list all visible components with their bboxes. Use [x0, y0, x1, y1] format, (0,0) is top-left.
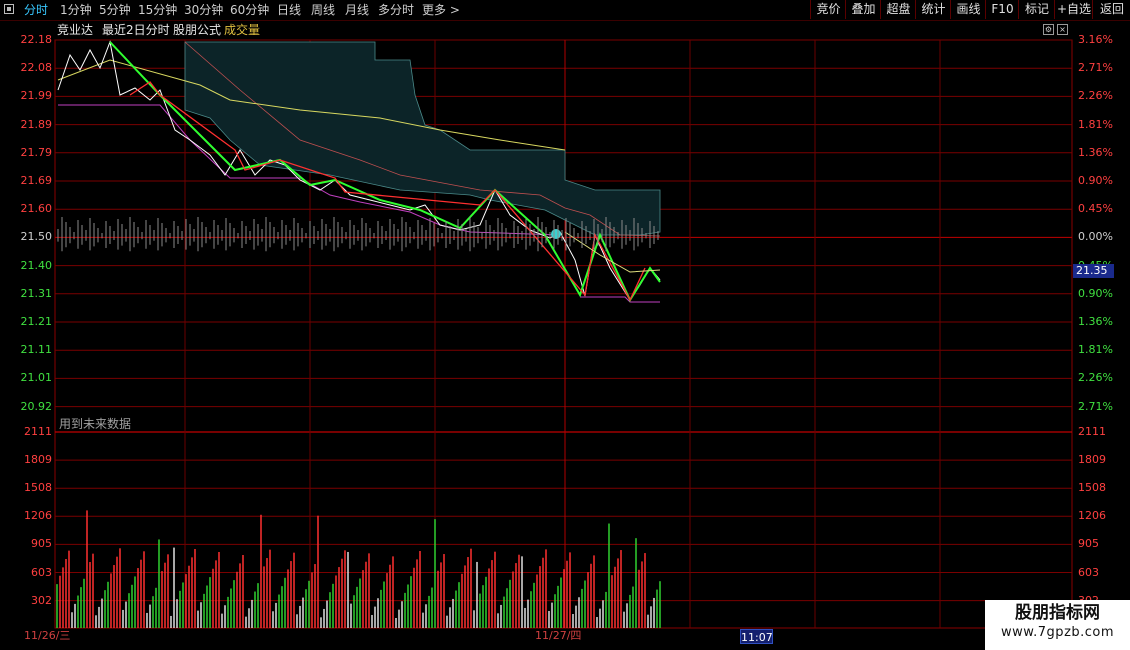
- chart-mode: 最近2日分时: [102, 23, 170, 37]
- price-label: 21.11: [20, 343, 53, 357]
- volume-label: 603: [1078, 565, 1099, 579]
- percent-label: 2.26%: [1078, 89, 1113, 103]
- price-label: 21.50: [20, 230, 53, 244]
- volume-label: 603: [31, 565, 52, 579]
- price-label: 21.31: [20, 286, 53, 300]
- price-label: 22.08: [20, 61, 53, 75]
- price-label: 20.92: [20, 399, 53, 413]
- watermark-url: www.7gpzb.com: [1000, 625, 1115, 640]
- percent-label: 3.16%: [1078, 33, 1113, 46]
- percent-label: 2.71%: [1078, 399, 1113, 413]
- chart-frame: [54, 39, 1073, 629]
- future-data-note: 用到未来数据: [59, 417, 132, 431]
- volume-label: 1206: [1078, 509, 1106, 523]
- percent-label: 0.90%: [1078, 286, 1113, 300]
- settings-icon[interactable]: ⚙: [1043, 24, 1054, 35]
- volume-label: 2111: [1078, 425, 1106, 438]
- volume-label: 905: [1078, 537, 1099, 551]
- volume-label: 2111: [24, 425, 52, 438]
- price-label: 21.40: [20, 258, 53, 272]
- price-label: 21.89: [20, 117, 53, 131]
- price-label: 21.99: [20, 89, 53, 103]
- volume-label: 905: [31, 537, 52, 551]
- site-watermark: 股朋指标网 www.7gpzb.com: [985, 600, 1130, 650]
- percent-label: 0.00%: [1078, 230, 1113, 244]
- volume-label: 1508: [1078, 481, 1106, 495]
- indicator-name: 成交量: [224, 23, 261, 37]
- price-label: 21.60: [20, 202, 53, 216]
- percent-label: 1.81%: [1078, 343, 1113, 357]
- price-label: 21.01: [20, 371, 53, 385]
- price-label: 22.18: [20, 33, 53, 46]
- percent-label: 2.71%: [1078, 61, 1113, 75]
- percent-label: 1.81%: [1078, 117, 1113, 131]
- close-icon[interactable]: ×: [1057, 24, 1068, 35]
- percent-label: 0.45%: [1078, 202, 1113, 216]
- stock-name: 竞业达: [57, 23, 94, 37]
- volume-label: 1809: [24, 453, 52, 467]
- percent-label: 1.36%: [1078, 315, 1113, 328]
- intraday-chart[interactable]: [0, 0, 1130, 650]
- volume-label: 302: [31, 593, 52, 607]
- cursor-time-tag: 11:07: [740, 629, 773, 644]
- volume-label: 1206: [24, 509, 52, 523]
- percent-label: 2.26%: [1078, 371, 1113, 385]
- formula-name: 股朋公式: [173, 23, 222, 37]
- price-label: 21.79: [20, 145, 53, 159]
- date-label-2: 11/27/四: [535, 629, 582, 642]
- watermark-title: 股朋指标网: [1015, 603, 1100, 623]
- date-label-1: 11/26/三: [24, 629, 71, 642]
- volume-label: 1508: [24, 481, 52, 495]
- support-steps-day2: [580, 296, 660, 303]
- volume-label: 1809: [1078, 453, 1106, 467]
- percent-label: 0.90%: [1078, 174, 1113, 187]
- price-label: 21.69: [20, 174, 53, 187]
- pivot-marker: [551, 229, 561, 239]
- current-price-tag: 21.35: [1073, 264, 1114, 278]
- price-label: 21.21: [20, 315, 53, 328]
- percent-label: 1.36%: [1078, 145, 1113, 159]
